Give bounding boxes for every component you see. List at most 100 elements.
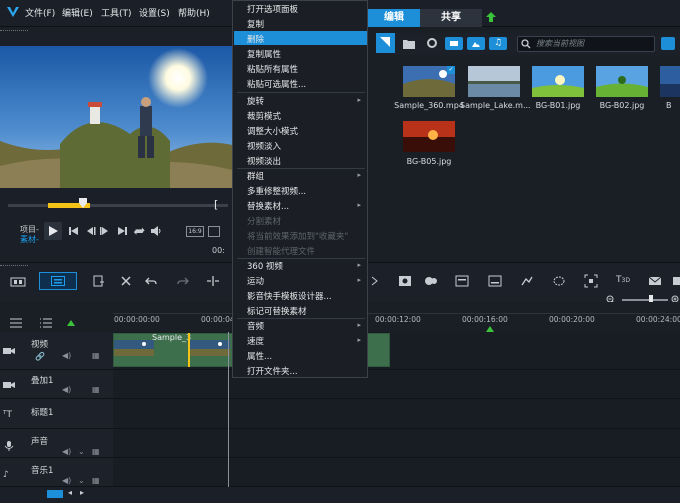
view-toggle-button[interactable] — [661, 37, 675, 50]
go-to-start-icon[interactable] — [66, 224, 80, 238]
filter-photo-button[interactable] — [467, 37, 485, 50]
thumb-bg-b02[interactable] — [596, 66, 648, 97]
subtitle-icon[interactable] — [488, 274, 502, 288]
thumb-sample-lake[interactable] — [468, 66, 520, 97]
ctx-audio[interactable]: 音频 — [247, 320, 264, 332]
crop-icon[interactable] — [208, 226, 220, 237]
storyboard-view-icon[interactable] — [10, 276, 26, 288]
add-folder-icon[interactable] — [402, 38, 416, 50]
scroll-right-icon[interactable]: ▸ — [80, 488, 84, 497]
ctx-template-designer[interactable]: 影音快手模板设计器... — [247, 290, 332, 302]
title-icon[interactable] — [455, 274, 469, 288]
track-manager-icon[interactable] — [10, 318, 22, 328]
more-partial-icon[interactable] — [672, 274, 680, 288]
scrubber-handle-icon[interactable] — [79, 198, 87, 208]
repeat-icon[interactable] — [132, 224, 146, 238]
timeline-view-button[interactable] — [39, 272, 77, 290]
ctx-speed[interactable]: 速度 — [247, 335, 264, 347]
redo-icon[interactable] — [177, 275, 189, 287]
aspect-ratio-icon[interactable]: 16:9 — [186, 226, 204, 237]
timecode-display[interactable]: 00: — [212, 246, 225, 255]
fit-project-button[interactable] — [47, 490, 63, 498]
ctx-paste-all-attributes[interactable]: 粘贴所有属性 — [247, 63, 298, 75]
ctx-multi-trim[interactable]: 多重修整视频... — [247, 185, 306, 197]
ctx-rotate[interactable]: 旋转 — [247, 95, 264, 107]
thumb-partial[interactable] — [660, 66, 680, 97]
play-button[interactable] — [44, 222, 62, 240]
tab-edit[interactable]: 编辑 — [368, 9, 420, 27]
filter-video-button[interactable] — [445, 37, 463, 50]
ctx-fade-in[interactable]: 视频淡入 — [247, 140, 281, 152]
track-lane-overlay[interactable] — [113, 370, 680, 399]
ctx-motion[interactable]: 运动 — [247, 275, 264, 287]
gear-icon[interactable] — [426, 37, 438, 49]
thumb-bg-b01[interactable] — [532, 66, 584, 97]
grid-icon[interactable]: ▦ — [92, 351, 100, 360]
timeline-playhead[interactable] — [228, 332, 229, 487]
menu-edit[interactable]: 编辑(E) — [62, 6, 93, 20]
thumb-bg-b05[interactable] — [403, 121, 455, 152]
link-icon[interactable]: 🔗 — [35, 352, 45, 361]
prev-frame-icon[interactable] — [83, 224, 97, 238]
3d-title-icon[interactable]: T3D — [616, 275, 630, 285]
ctx-mark-replaceable[interactable]: 标记可替换素材 — [247, 305, 307, 317]
record-capture-icon[interactable] — [398, 274, 412, 288]
mail-icon[interactable] — [648, 274, 662, 288]
add-media-icon[interactable] — [93, 275, 105, 287]
track-lane-voice[interactable] — [113, 429, 680, 458]
ctx-copy[interactable]: 复制 — [247, 18, 264, 30]
menu-tools[interactable]: 工具(T) — [101, 6, 132, 20]
go-to-end-icon[interactable] — [116, 224, 130, 238]
ctx-paste-selective-attributes[interactable]: 粘贴可选属性... — [247, 78, 306, 90]
zoom-slider[interactable] — [622, 299, 668, 301]
filter-audio-button[interactable]: ♫ — [489, 37, 507, 50]
menu-settings[interactable]: 设置(S) — [139, 6, 170, 20]
ctx-copy-attributes[interactable]: 复制属性 — [247, 48, 281, 60]
clip-mode-label[interactable]: 素材- — [20, 234, 39, 245]
panel-grip-2[interactable] — [0, 265, 28, 268]
grid-icon[interactable]: ▦ — [92, 447, 100, 456]
speaker-icon[interactable]: ◀) — [62, 351, 71, 360]
track-lane-music[interactable] — [113, 458, 680, 487]
ctx-replace-clip[interactable]: 替换素材... — [247, 200, 289, 212]
clip-trim-marker[interactable] — [188, 333, 190, 367]
grid-icon[interactable]: ▦ — [92, 385, 100, 394]
speaker-icon[interactable]: ◀) — [62, 385, 71, 394]
chevron-down-icon[interactable]: ⌄ — [78, 476, 85, 485]
preview-scrubber-track[interactable] — [8, 204, 228, 207]
ctx-properties[interactable]: 属性... — [247, 350, 272, 362]
add-marker-icon[interactable] — [66, 318, 78, 328]
tools-icon[interactable] — [120, 275, 132, 287]
scroll-left-icon[interactable]: ◂ — [68, 488, 72, 497]
chapter-menu-icon[interactable] — [40, 318, 52, 328]
grid-icon[interactable]: ▦ — [92, 476, 100, 485]
track-header-title[interactable] — [0, 399, 113, 429]
chevron-down-icon[interactable]: ⌄ — [78, 447, 85, 456]
ctx-crop-mode[interactable]: 裁剪模式 — [247, 110, 281, 122]
speaker-icon[interactable]: ◀) — [62, 447, 71, 456]
volume-icon[interactable] — [149, 224, 163, 238]
speaker-icon[interactable]: ◀) — [62, 476, 71, 485]
ctx-open-options[interactable]: 打开选项面板 — [247, 3, 298, 15]
mark-in-bracket-icon[interactable]: [ — [214, 198, 218, 211]
upload-arrow-icon[interactable] — [484, 10, 498, 24]
motion-icon[interactable] — [520, 274, 534, 288]
ctx-group[interactable]: 群组 — [247, 170, 264, 182]
path-icon[interactable] — [552, 274, 566, 288]
ctx-fade-out[interactable]: 视频淡出 — [247, 155, 281, 167]
arrow-partial-icon[interactable] — [370, 276, 380, 286]
menu-file[interactable]: 文件(F) — [25, 6, 55, 20]
ctx-resize-mode[interactable]: 调整大小模式 — [247, 125, 298, 137]
track-lane-title[interactable] — [113, 399, 680, 429]
ctx-open-folder[interactable]: 打开文件夹... — [247, 365, 298, 377]
ctx-360-video[interactable]: 360 视频 — [247, 260, 283, 272]
tab-share[interactable]: 共享 — [420, 9, 482, 27]
ctx-delete[interactable]: 删除 — [247, 33, 264, 45]
tracking-icon[interactable] — [584, 274, 598, 288]
undo-icon[interactable] — [145, 275, 157, 287]
split-icon[interactable] — [206, 275, 220, 287]
menu-help[interactable]: 帮助(H) — [178, 6, 210, 20]
library-toggle-icon[interactable] — [376, 33, 396, 53]
mask-icon[interactable] — [424, 274, 438, 288]
next-frame-icon[interactable] — [98, 224, 112, 238]
